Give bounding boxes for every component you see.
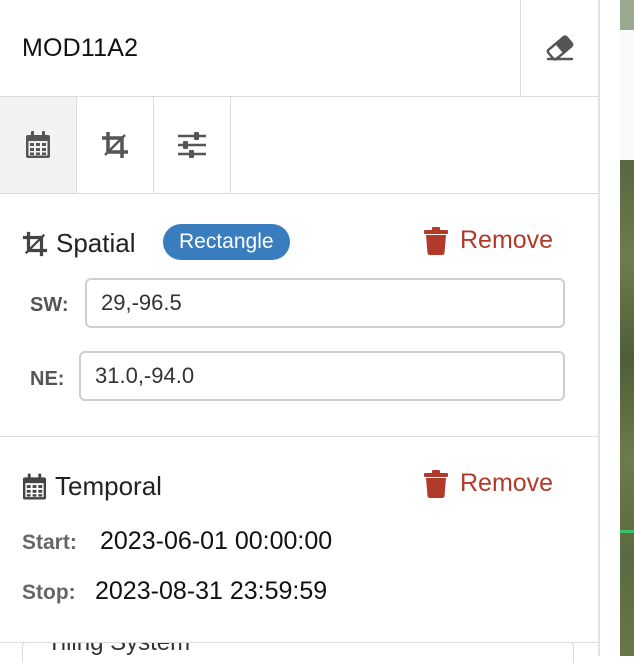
map-view-edge[interactable] [620,0,634,656]
ne-label: NE: [30,368,65,390]
map-tile [620,0,634,30]
search-panel: MOD11A2 Spatial Rectangle Remove SW: 29,… [0,0,598,663]
trash-icon [424,226,448,255]
filter-tabs [0,97,598,194]
clear-button[interactable] [521,0,598,96]
panel-header: MOD11A2 [0,0,598,97]
remove-temporal-button[interactable]: Remove [424,469,553,498]
sw-label: SW: [30,294,69,316]
remove-spatial-label: Remove [460,226,554,254]
eraser-icon [546,35,573,61]
temporal-title: Temporal [55,471,162,501]
crop-icon [22,231,48,256]
stop-value: 2023-08-31 23:59:59 [95,577,328,605]
tab-spatial[interactable] [77,97,154,193]
stop-label: Stop: [22,581,76,604]
spatial-section: Spatial Rectangle Remove SW: NE: [0,194,598,437]
tiling-system-section[interactable]: Tiling System [22,642,574,663]
tiling-system-label: Tiling System [47,642,191,656]
tab-temporal[interactable] [0,97,77,193]
panel-divider [598,0,600,656]
map-imagery [620,160,634,656]
temporal-section: Temporal Remove Start: 2023-06-01 00:00:… [0,437,598,643]
start-value: 2023-06-01 00:00:00 [100,527,333,555]
tab-filters[interactable] [154,97,231,193]
collection-title: MOD11A2 [22,34,139,62]
shape-badge: Rectangle [163,224,290,260]
spatial-heading: Spatial [22,228,136,259]
ne-coordinate-input[interactable] [79,351,565,401]
remove-temporal-label: Remove [460,469,554,497]
spatial-title: Spatial [56,228,136,258]
start-label: Start: [22,531,77,554]
temporal-heading: Temporal [22,471,162,502]
sw-coordinate-input[interactable] [85,278,565,328]
map-overlay-line [620,530,634,533]
calendar-icon [22,473,47,499]
calendar-icon [26,131,50,158]
trash-icon [424,469,448,498]
sliders-icon [178,132,206,158]
crop-icon [102,132,128,158]
remove-spatial-button[interactable]: Remove [424,226,553,255]
